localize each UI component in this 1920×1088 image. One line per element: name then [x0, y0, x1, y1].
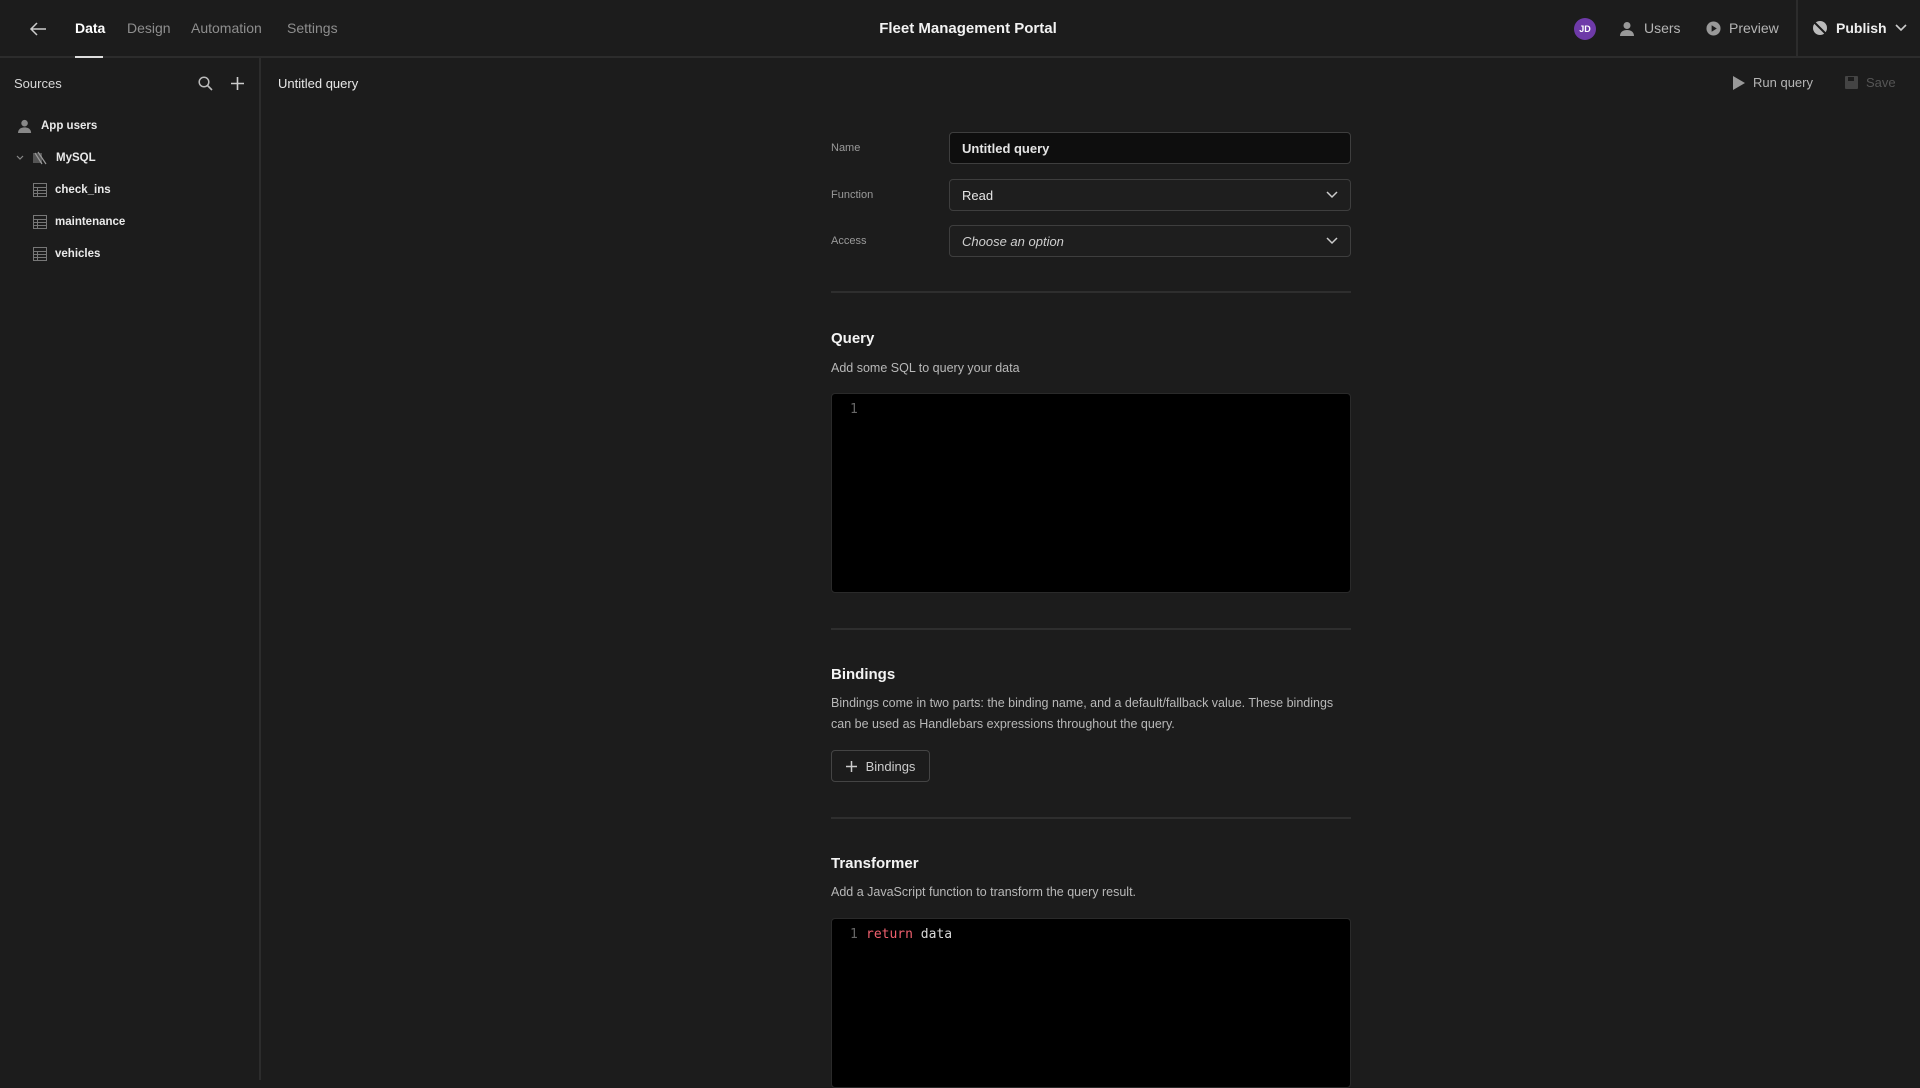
line-number: 1	[850, 402, 858, 417]
play-circle-icon	[1706, 20, 1721, 36]
code-text: data	[912, 927, 953, 942]
source-app-users[interactable]: App users	[18, 119, 97, 133]
plus-icon	[845, 760, 857, 772]
access-select[interactable]: Choose an option	[949, 225, 1351, 257]
save-label: Save	[1866, 75, 1896, 90]
users-icon	[18, 119, 33, 133]
source-label: MySQL	[56, 152, 96, 164]
table-label: vehicles	[55, 248, 101, 260]
table-maintenance[interactable]: maintenance	[33, 215, 125, 229]
avatar[interactable]: JD	[1574, 18, 1596, 40]
sql-editor[interactable]: 1	[831, 393, 1351, 593]
query-heading: Query	[831, 330, 875, 347]
query-title: Untitled query	[278, 76, 359, 91]
run-query-button[interactable]: Run query	[1733, 75, 1813, 90]
name-label: Name	[831, 142, 861, 154]
code-keyword: return	[866, 927, 913, 942]
code-line: return data	[866, 927, 952, 942]
table-label: maintenance	[55, 216, 126, 228]
access-label: Access	[831, 235, 867, 247]
source-mysql[interactable]: MySQL	[16, 151, 96, 165]
bindings-description: Bindings come in two parts: the binding …	[831, 696, 1334, 731]
publish-off-icon	[1812, 20, 1828, 36]
mysql-icon	[32, 151, 48, 165]
add-source-icon[interactable]	[230, 76, 245, 91]
save-icon	[1845, 76, 1858, 89]
source-label: App users	[41, 120, 98, 132]
run-query-label: Run query	[1753, 75, 1813, 90]
bindings-heading: Bindings	[831, 666, 896, 683]
add-bindings-button[interactable]: Bindings	[831, 750, 930, 782]
chevron-down-icon[interactable]	[16, 155, 24, 161]
publish-button[interactable]: Publish	[1812, 20, 1907, 36]
users-icon	[1620, 21, 1636, 36]
query-description: Add some SQL to query your data	[831, 361, 1020, 375]
transformer-heading: Transformer	[831, 855, 919, 872]
function-select[interactable]: Read	[949, 179, 1351, 211]
table-label: check_ins	[55, 184, 111, 196]
name-value: Untitled query	[962, 140, 1050, 156]
line-number: 1	[850, 927, 858, 942]
play-icon	[1733, 75, 1745, 90]
sources-sidebar: Sources App users MySQL check_ins mainte…	[0, 58, 261, 1080]
divider	[1796, 0, 1798, 58]
divider	[831, 291, 1351, 293]
bindings-button-label: Bindings	[865, 758, 916, 774]
function-value: Read	[962, 187, 994, 203]
sources-title: Sources	[14, 76, 62, 91]
javascript-editor[interactable]: 1 return data	[831, 918, 1351, 1088]
publish-label: Publish	[1836, 20, 1887, 36]
chevron-down-icon	[1326, 237, 1338, 245]
table-check-ins[interactable]: check_ins	[33, 183, 111, 197]
name-input[interactable]: Untitled query	[949, 132, 1351, 164]
chevron-down-icon[interactable]	[1894, 24, 1907, 32]
save-button[interactable]: Save	[1845, 75, 1896, 90]
access-placeholder: Choose an option	[962, 233, 1064, 249]
users-button[interactable]: Users	[1620, 20, 1681, 36]
preview-label: Preview	[1729, 20, 1779, 36]
table-icon	[33, 215, 47, 229]
divider	[831, 628, 1351, 630]
search-icon[interactable]	[198, 76, 213, 91]
function-label: Function	[831, 189, 874, 201]
users-label: Users	[1644, 20, 1681, 36]
table-vehicles[interactable]: vehicles	[33, 247, 100, 261]
transformer-description: Add a JavaScript function to transform t…	[831, 885, 1137, 899]
divider	[831, 817, 1351, 819]
chevron-down-icon	[1326, 191, 1338, 199]
table-icon	[33, 183, 47, 197]
table-icon	[33, 247, 47, 261]
top-bar: Data Design Automation Settings Fleet Ma…	[0, 0, 1920, 58]
preview-button[interactable]: Preview	[1706, 20, 1779, 36]
